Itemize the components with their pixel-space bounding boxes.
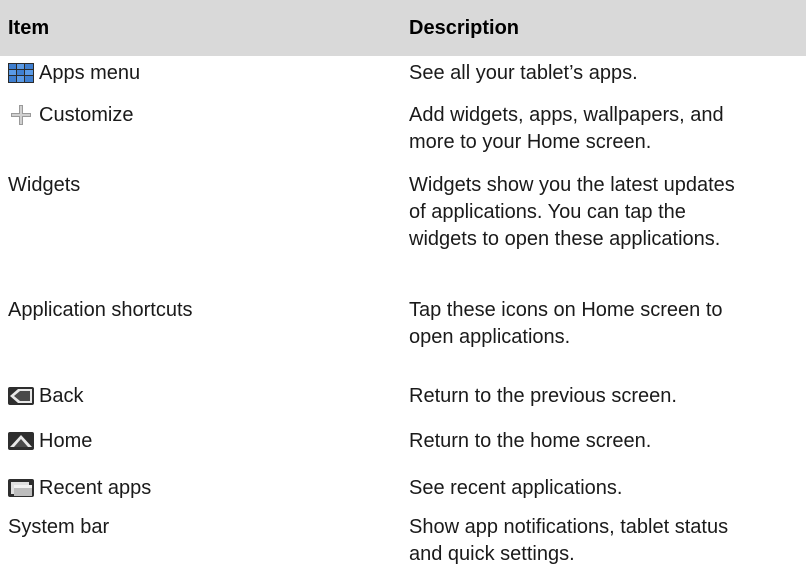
- item-label: Apps menu: [39, 62, 141, 84]
- item-label: Home: [39, 430, 93, 452]
- item-cell: Back: [8, 383, 388, 410]
- back-icon: [8, 386, 34, 406]
- item-description-table: Item Description Apps menu See all your …: [0, 0, 806, 565]
- home-icon: [8, 431, 34, 451]
- description-cell: Tap these icons on Home screen to open a…: [409, 299, 723, 348]
- description-cell: Widgets show you the latest updates of a…: [409, 174, 735, 250]
- item-cell: Customize: [8, 102, 388, 129]
- table-row: Recent apps See recent applications.: [0, 475, 806, 509]
- row-divider: [0, 512, 806, 513]
- table-row: Customize Add widgets, apps, wallpapers,…: [0, 102, 806, 168]
- apps-grid-icon: [8, 63, 34, 83]
- item-cell: Application shortcuts: [8, 297, 388, 324]
- item-cell: Home: [8, 428, 388, 455]
- item-label: Back: [39, 385, 84, 407]
- item-cell: Recent apps: [8, 475, 388, 502]
- item-label: Widgets: [8, 174, 81, 196]
- table-row: Back Return to the previous screen.: [0, 383, 806, 419]
- description-cell: See all your tablet’s apps.: [409, 62, 638, 84]
- plus-icon: [8, 105, 34, 125]
- table-header: Item Description: [0, 0, 806, 56]
- table-row: Application shortcuts Tap these icons on…: [0, 297, 806, 359]
- description-cell: Show app notifications, tablet status an…: [409, 516, 729, 565]
- item-label: Application shortcuts: [8, 299, 193, 321]
- item-cell: Widgets: [8, 172, 388, 199]
- item-label: Recent apps: [39, 477, 152, 499]
- item-cell: System bar: [8, 514, 388, 541]
- description-cell: Return to the previous screen.: [409, 385, 677, 407]
- table-row: System bar Show app notifications, table…: [0, 514, 806, 570]
- description-cell: See recent applications.: [409, 477, 623, 499]
- item-label: Customize: [39, 104, 134, 126]
- item-cell: Apps menu: [8, 60, 388, 87]
- row-divider: [0, 100, 806, 101]
- description-cell: Return to the home screen.: [409, 430, 652, 452]
- recent-apps-icon: [8, 478, 34, 498]
- item-label: System bar: [8, 516, 110, 538]
- table-row: Apps menu See all your tablet’s apps.: [0, 60, 806, 100]
- row-divider: [0, 465, 806, 466]
- table-row: Home Return to the home screen.: [0, 428, 806, 462]
- description-cell: Add widgets, apps, wallpapers, and more …: [409, 104, 724, 153]
- header-item: Item: [8, 17, 50, 39]
- row-divider: [0, 291, 806, 292]
- header-description: Description: [409, 17, 520, 39]
- table-row: Widgets Widgets show you the latest upda…: [0, 172, 806, 288]
- row-divider: [0, 361, 806, 362]
- row-divider: [0, 169, 806, 170]
- row-divider: [0, 422, 806, 423]
